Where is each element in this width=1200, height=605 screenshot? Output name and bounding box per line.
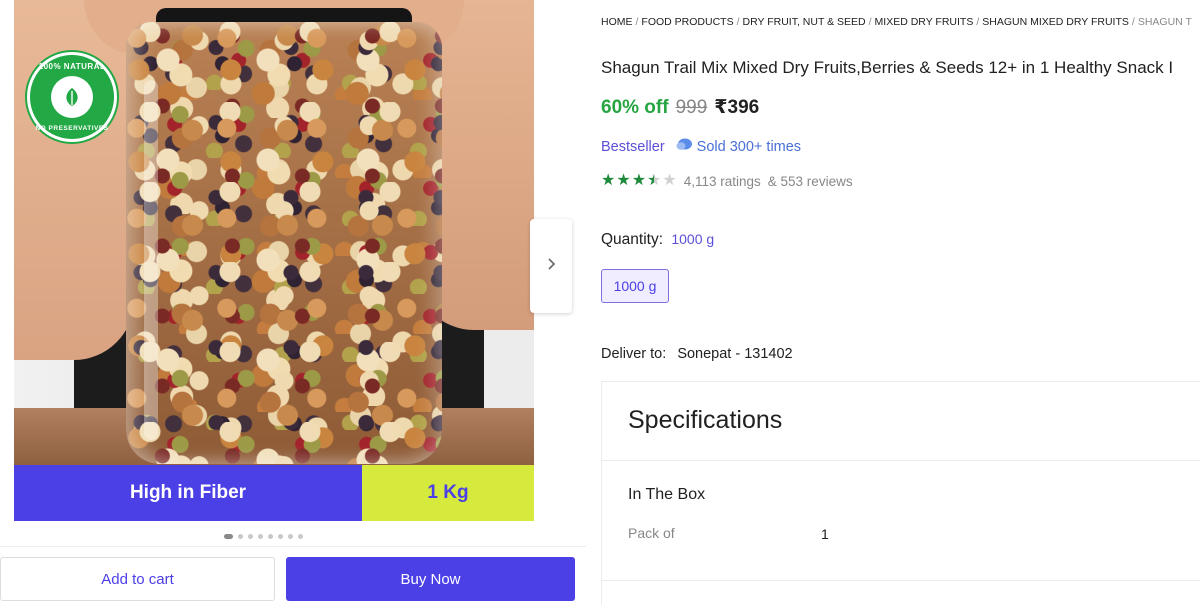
bestseller-tag: Bestseller — [601, 139, 665, 155]
carousel-dot[interactable] — [268, 534, 273, 539]
discount-label: 60% off — [601, 97, 669, 118]
product-gallery: 100% NATURAL NO PRESERVATIVES High in Fi… — [0, 0, 590, 605]
trail-mix-jar-graphic — [126, 22, 442, 464]
spec-value-pack-of: 1 — [821, 526, 829, 542]
price-row: 60% off 999 ₹396 — [601, 96, 759, 119]
quantity-selected-value: 1000 g — [671, 231, 715, 247]
specifications-title: Specifications — [628, 406, 783, 434]
star-icon: ★ — [616, 172, 631, 189]
feature-band: High in Fiber 1 Kg — [14, 465, 534, 521]
carousel-dot[interactable] — [278, 534, 283, 539]
quantity-label: Quantity: — [601, 231, 664, 248]
buy-now-button[interactable]: Buy Now — [286, 557, 575, 601]
carousel-dot[interactable] — [298, 534, 303, 539]
badge-top-text: 100% NATURAL — [38, 62, 106, 71]
product-details: HOME / FOOD PRODUCTS / DRY FRUIT, NUT & SEED… — [601, 0, 1200, 605]
quantity-row: Quantity: 1000 g — [601, 231, 714, 249]
quantity-option-1000g[interactable]: 1000 g — [601, 269, 669, 303]
spec-key-pack-of: Pack of — [628, 525, 675, 541]
star-icon: ★ — [631, 172, 647, 189]
reviews-count: & 553 reviews — [767, 173, 853, 189]
star-icon: ★ — [647, 172, 662, 189]
breadcrumb-link[interactable]: DRY FRUIT, NUT & SEED — [743, 16, 866, 28]
sold-count-label: Sold 300+ times — [696, 139, 802, 155]
natural-badge: 100% NATURAL NO PRESERVATIVES — [27, 52, 117, 142]
star-rating: ★ ★ ★ ★ ★ — [601, 173, 677, 189]
breadcrumb-separator: / — [976, 16, 980, 28]
delivery-location: Sonepat - 131402 — [677, 346, 793, 362]
action-bar: Add to cart Buy Now — [0, 546, 586, 605]
spec-group-in-the-box: In The Box — [628, 486, 706, 503]
star-icon: ★ — [662, 172, 677, 189]
carousel-dot[interactable] — [224, 534, 233, 539]
chevron-right-icon — [544, 257, 558, 276]
tags-row: Bestseller Sold 300+ times — [601, 138, 801, 156]
divider — [602, 580, 1200, 581]
carousel-dots — [224, 534, 303, 539]
delivery-row[interactable]: Deliver to: Sonepat - 131402 — [601, 346, 793, 362]
breadcrumb-separator: / — [736, 16, 740, 28]
breadcrumb-link[interactable]: MIXED DRY FRUITS — [875, 16, 974, 28]
leaf-icon — [51, 76, 93, 118]
add-to-cart-button[interactable]: Add to cart — [0, 557, 275, 601]
feature-high-in-fiber: High in Fiber — [14, 465, 362, 521]
specifications-panel: Specifications In The Box Pack of 1 — [601, 381, 1200, 605]
breadcrumb-link[interactable]: SHAGUN T — [1138, 16, 1192, 28]
breadcrumb-separator: / — [868, 16, 872, 28]
breadcrumb: HOME / FOOD PRODUCTS / DRY FRUIT, NUT & SEED… — [601, 16, 1192, 28]
breadcrumb-separator: / — [1131, 16, 1135, 28]
rating-row[interactable]: ★ ★ ★ ★ ★ 4,113 ratings & 553 reviews — [601, 173, 853, 189]
chat-bubble-icon — [676, 138, 692, 156]
breadcrumb-link[interactable]: FOOD PRODUCTS — [641, 16, 733, 28]
next-image-button[interactable] — [530, 219, 572, 313]
deliver-to-label: Deliver to: — [601, 346, 667, 362]
jar-shine-graphic — [144, 80, 158, 440]
feature-weight: 1 Kg — [362, 465, 534, 521]
carousel-dot[interactable] — [258, 534, 263, 539]
breadcrumb-separator: / — [635, 16, 639, 28]
selling-price: ₹396 — [714, 97, 760, 118]
carousel-dot[interactable] — [238, 534, 243, 539]
carousel-dot[interactable] — [248, 534, 253, 539]
badge-bottom-text: NO PRESERVATIVES — [35, 125, 109, 132]
star-icon: ★ — [601, 172, 616, 189]
divider — [602, 460, 1200, 461]
product-title: Shagun Trail Mix Mixed Dry Fruits,Berrie… — [601, 58, 1174, 77]
carousel-dot[interactable] — [288, 534, 293, 539]
mrp-price: 999 — [675, 97, 708, 118]
breadcrumb-link[interactable]: SHAGUN MIXED DRY FRUITS — [982, 16, 1129, 28]
breadcrumb-link[interactable]: HOME — [601, 16, 633, 28]
ratings-count: 4,113 ratings — [683, 173, 761, 189]
sold-count: Sold 300+ times — [676, 138, 801, 156]
